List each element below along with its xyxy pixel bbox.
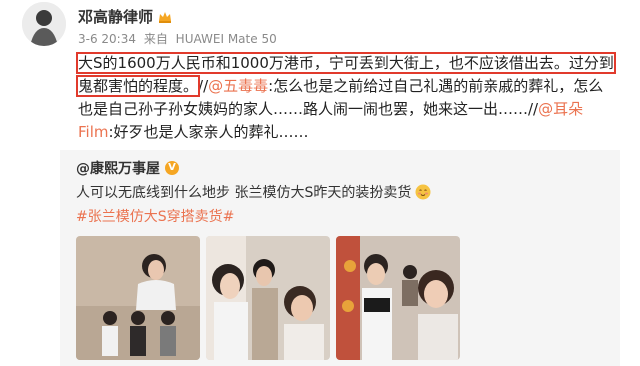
repost-separator: // [198, 77, 209, 95]
blush-emoji-icon [415, 184, 431, 200]
highlighted-text-2: 鬼都害怕的程度。 [75, 75, 201, 97]
verified-v-icon: V [165, 161, 179, 175]
repost-author-row: @康熙万事屋 V [76, 158, 179, 178]
post-body: 大S的1600万人民币和1000万港币，宁可丢到大街上，也不应该借出去。过分到 … [75, 52, 618, 144]
reposted-card[interactable]: @康熙万事屋 V 人可以无底线到什么地步 张兰模仿大S昨天的装扮卖货 #张兰模仿… [60, 150, 620, 366]
repost-chain-text: :好歹也是人家亲人的葬礼…… [108, 123, 309, 141]
post-source: HUAWEI Mate 50 [175, 32, 277, 46]
highlighted-text-1: 大S的1600万人民币和1000万港币，宁可丢到大街上，也不应该借出去。过分到 [76, 52, 616, 74]
crown-icon [159, 11, 172, 23]
photo-thumbnail-1[interactable] [76, 236, 200, 360]
author-name[interactable]: 邓高静律师 [78, 6, 153, 27]
source-prefix: 来自 [143, 32, 168, 46]
photo-thumbnail-3[interactable] [336, 236, 460, 360]
repost-text: 人可以无底线到什么地步 张兰模仿大S昨天的装扮卖货 [76, 185, 412, 201]
avatar[interactable] [22, 2, 66, 46]
photo-thumbnail-2[interactable] [206, 236, 330, 360]
post-meta: 3-6 20:34 来自 HUAWEI Mate 50 [78, 30, 281, 47]
author-row: 邓高静律师 [78, 6, 173, 27]
post-date[interactable]: 3-6 20:34 [78, 32, 136, 46]
repost-text-row: 人可以无底线到什么地步 张兰模仿大S昨天的装扮卖货 [76, 182, 431, 202]
repost-author[interactable]: @康熙万事屋 [76, 158, 160, 178]
hashtag-link[interactable]: #张兰模仿大S穿搭卖货# [76, 206, 234, 226]
mention-link[interactable]: @五毒毒 [208, 77, 268, 95]
